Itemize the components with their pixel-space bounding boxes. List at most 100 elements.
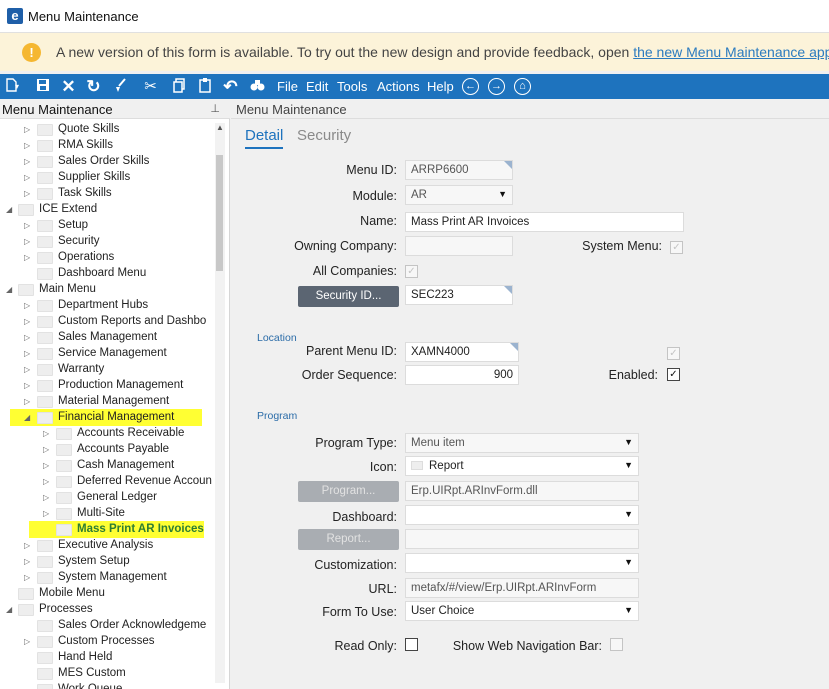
program-field[interactable]: Erp.UIRpt.ARInvForm.dll: [405, 481, 639, 501]
expand-arrow-icon[interactable]: ▷: [24, 556, 32, 568]
clear-icon[interactable]: [111, 77, 130, 96]
collapse-arrow-icon[interactable]: ◢: [24, 412, 32, 424]
expand-arrow-icon[interactable]: ▷: [24, 572, 32, 584]
save-icon[interactable]: [33, 77, 52, 96]
tree-item[interactable]: MES Custom: [0, 666, 215, 682]
report-button[interactable]: Report...: [298, 529, 399, 550]
tree-item[interactable]: ◢ Processes: [0, 602, 215, 618]
delete-icon[interactable]: ✕: [59, 77, 78, 96]
expand-arrow-icon[interactable]: ▷: [24, 396, 32, 408]
refresh-icon[interactable]: ↻: [84, 77, 103, 96]
tree-item[interactable]: ▷ Sales Management: [0, 330, 215, 346]
undo-icon[interactable]: ↶: [221, 77, 240, 96]
search-icon[interactable]: [248, 77, 267, 96]
tree-item[interactable]: Hand Held: [0, 650, 215, 666]
home-icon[interactable]: ⌂: [514, 78, 531, 95]
new-dropdown-icon[interactable]: ▾: [12, 77, 22, 96]
help-menu[interactable]: Help: [427, 79, 454, 94]
expand-arrow-icon[interactable]: ▷: [24, 124, 32, 136]
tree-item[interactable]: ▷ Quote Skills: [0, 122, 215, 138]
url-field[interactable]: metafx/#/view/Erp.UIRpt.ARInvForm: [405, 578, 639, 598]
tab-detail[interactable]: Detail: [245, 127, 284, 149]
program-button[interactable]: Program...: [298, 481, 399, 502]
expand-arrow-icon[interactable]: ▷: [43, 444, 51, 456]
tools-menu[interactable]: Tools: [337, 79, 367, 94]
tree-item[interactable]: ▷ Operations: [0, 250, 215, 266]
tree-item[interactable]: Dashboard Menu: [0, 266, 215, 282]
customization-dropdown[interactable]: ▼: [405, 553, 639, 573]
file-menu[interactable]: File: [277, 79, 298, 94]
expand-arrow-icon[interactable]: ▷: [24, 540, 32, 552]
expand-arrow-icon[interactable]: ▷: [43, 476, 51, 488]
program-type-dropdown[interactable]: Menu item ▼: [405, 433, 639, 453]
tree-item[interactable]: ◢ Main Menu: [0, 282, 215, 298]
tree-item[interactable]: ▷ Custom Reports and Dashbo: [0, 314, 215, 330]
edit-menu[interactable]: Edit: [306, 79, 328, 94]
expand-arrow-icon[interactable]: ▷: [24, 636, 32, 648]
expand-arrow-icon[interactable]: ▷: [24, 252, 32, 264]
tree-item[interactable]: ▷ Department Hubs: [0, 298, 215, 314]
tree-item[interactable]: ▷ Setup: [0, 218, 215, 234]
collapse-arrow-icon[interactable]: ◢: [6, 604, 14, 616]
tree-item[interactable]: ◢ Financial Management: [0, 409, 215, 426]
tree-item[interactable]: ▷ Security: [0, 234, 215, 250]
report-field[interactable]: [405, 529, 639, 549]
tree-item[interactable]: ▷ Task Skills: [0, 186, 215, 202]
all-companies-checkbox[interactable]: ✓: [405, 265, 418, 278]
expand-arrow-icon[interactable]: ▷: [24, 140, 32, 152]
expand-arrow-icon[interactable]: ▷: [24, 380, 32, 392]
tree-item[interactable]: ▷ Custom Processes: [0, 634, 215, 650]
web-nav-bar-checkbox[interactable]: [610, 638, 623, 651]
scroll-up-icon[interactable]: ▲: [215, 123, 225, 133]
expand-arrow-icon[interactable]: ▷: [24, 332, 32, 344]
tree-item[interactable]: ▷ System Setup: [0, 554, 215, 570]
module-dropdown[interactable]: AR ▼: [405, 185, 513, 205]
tree-item[interactable]: ▷ Executive Analysis: [0, 538, 215, 554]
actions-menu[interactable]: Actions: [377, 79, 420, 94]
expand-arrow-icon[interactable]: ▷: [43, 460, 51, 472]
tree-item[interactable]: ▷ Warranty: [0, 362, 215, 378]
dashboard-dropdown[interactable]: ▼: [405, 505, 639, 525]
order-sequence-field[interactable]: 900: [405, 365, 519, 385]
system-menu-checkbox[interactable]: ✓: [670, 241, 683, 254]
tree-item[interactable]: Mass Print AR Invoices: [0, 521, 215, 538]
tree-item[interactable]: ▷ Sales Order Skills: [0, 154, 215, 170]
tree-item[interactable]: ▷ Accounts Payable: [0, 442, 215, 458]
paste-icon[interactable]: [195, 77, 214, 96]
expand-arrow-icon[interactable]: ▷: [24, 364, 32, 376]
expand-arrow-icon[interactable]: ▷: [24, 236, 32, 248]
location-top-checkbox[interactable]: ✓: [667, 347, 680, 360]
enabled-checkbox[interactable]: ✓: [667, 368, 680, 381]
tree-item[interactable]: Sales Order Acknowledgeme: [0, 618, 215, 634]
tree-item[interactable]: ▷ Accounts Receivable: [0, 426, 215, 442]
parent-menu-id-field[interactable]: XAMN4000: [405, 342, 519, 362]
security-id-button[interactable]: Security ID...: [298, 286, 399, 307]
expand-arrow-icon[interactable]: ▷: [24, 188, 32, 200]
tree-scrollbar[interactable]: ▲: [215, 123, 225, 683]
tree-item[interactable]: ◢ ICE Extend: [0, 202, 215, 218]
icon-dropdown[interactable]: Report ▼: [405, 456, 639, 476]
collapse-arrow-icon[interactable]: ◢: [6, 204, 14, 216]
form-to-use-dropdown[interactable]: User Choice ▼: [405, 601, 639, 621]
tree-item[interactable]: ▷ Supplier Skills: [0, 170, 215, 186]
expand-arrow-icon[interactable]: ▷: [24, 220, 32, 232]
expand-arrow-icon[interactable]: ▷: [43, 492, 51, 504]
tree-item[interactable]: ▷ General Ledger: [0, 490, 215, 506]
tree-item[interactable]: ▷ RMA Skills: [0, 138, 215, 154]
expand-arrow-icon[interactable]: ▷: [24, 172, 32, 184]
forward-icon[interactable]: →: [488, 78, 505, 95]
collapse-arrow-icon[interactable]: ◢: [6, 284, 14, 296]
owning-company-field[interactable]: [405, 236, 513, 256]
cut-icon[interactable]: ✂: [141, 77, 160, 96]
read-only-checkbox[interactable]: [405, 638, 418, 651]
expand-arrow-icon[interactable]: ▷: [24, 156, 32, 168]
tree-item[interactable]: ▷ System Management: [0, 570, 215, 586]
tree-item[interactable]: Work Queue: [0, 682, 215, 689]
pin-icon[interactable]: ⊥: [210, 102, 220, 115]
tree-item[interactable]: Mobile Menu: [0, 586, 215, 602]
scroll-thumb[interactable]: [216, 155, 223, 271]
security-id-field[interactable]: SEC223: [405, 285, 513, 305]
new-app-link[interactable]: the new Menu Maintenance app: [633, 44, 829, 60]
tree-item[interactable]: ▷ Deferred Revenue Accoun: [0, 474, 215, 490]
name-field[interactable]: Mass Print AR Invoices: [405, 212, 684, 232]
